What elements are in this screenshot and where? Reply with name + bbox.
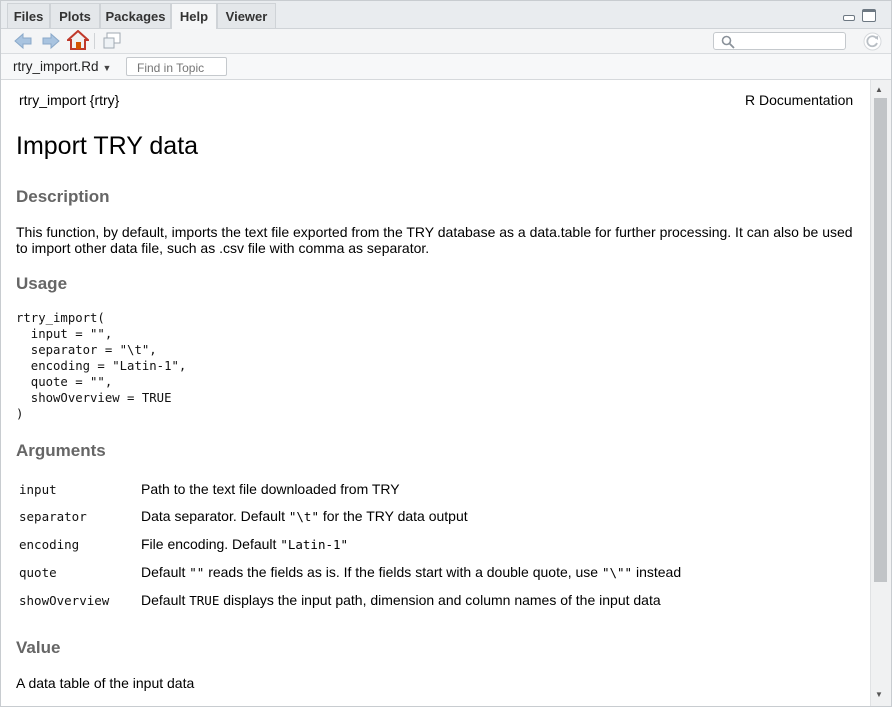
chevron-down-icon: ▼	[102, 63, 112, 73]
search-icon	[721, 35, 735, 49]
scroll-down-arrow-icon[interactable]: ▼	[875, 690, 883, 699]
tab-files[interactable]: Files	[7, 3, 50, 28]
argument-name: showOverview	[19, 593, 110, 608]
page-title: Import TRY data	[16, 132, 199, 160]
tab-viewer[interactable]: Viewer	[217, 3, 276, 28]
argument-name: separator	[19, 509, 87, 524]
maximize-pane-icon[interactable]	[862, 9, 876, 22]
topic-dropdown[interactable]: rtry_import.Rd ▼	[13, 59, 111, 74]
refresh-icon[interactable]	[863, 32, 882, 51]
tab-packages[interactable]: Packages	[100, 3, 171, 28]
argument-description: File encoding. Default "Latin-1"	[141, 536, 349, 552]
topic-bar: rtry_import.Rd ▼	[1, 54, 891, 80]
topic-label: rtry_import.Rd	[13, 59, 99, 74]
doc-r-documentation-label: R Documentation	[745, 92, 854, 108]
section-heading-value: Value	[16, 638, 61, 657]
help-pane: Files Plots Packages Help Viewer rtry_im…	[0, 0, 892, 707]
usage-code-block: rtry_import( input = "", separator = "\t…	[16, 311, 187, 421]
pane-tab-bar: Files Plots Packages Help Viewer	[1, 1, 891, 29]
minimize-pane-icon[interactable]	[843, 15, 855, 21]
find-in-topic-input[interactable]	[126, 57, 227, 76]
help-search-input[interactable]	[713, 32, 846, 50]
argument-description: Default TRUE displays the input path, di…	[141, 592, 661, 608]
section-heading-usage: Usage	[16, 274, 68, 293]
argument-description: Path to the text file downloaded from TR…	[141, 481, 400, 497]
scrollbar-thumb[interactable]	[874, 98, 887, 582]
argument-description: Data separator. Default "\t" for the TRY…	[141, 508, 468, 524]
vertical-scrollbar[interactable]: ▲ ▼	[870, 80, 891, 706]
value-text: A data table of the input data	[16, 675, 195, 691]
argument-name: encoding	[19, 537, 80, 552]
description-text: This function, by default, imports the t…	[16, 224, 853, 256]
help-document: rtry_import {rtry} R Documentation Impor…	[1, 80, 870, 706]
show-in-window-icon[interactable]	[103, 32, 121, 49]
tab-help[interactable]: Help	[171, 3, 217, 29]
scroll-up-arrow-icon[interactable]: ▲	[875, 85, 883, 94]
help-toolbar	[1, 29, 891, 54]
section-heading-description: Description	[16, 187, 110, 206]
back-arrow-icon[interactable]	[13, 32, 33, 50]
home-icon[interactable]	[67, 30, 89, 50]
doc-package-label: rtry_import {rtry}	[19, 92, 120, 108]
forward-arrow-icon[interactable]	[41, 32, 61, 50]
argument-name: input	[19, 482, 57, 497]
argument-description: Default "" reads the fields as is. If th…	[141, 564, 682, 580]
toolbar-divider	[94, 33, 95, 49]
argument-name: quote	[19, 565, 57, 580]
tab-plots[interactable]: Plots	[50, 3, 100, 28]
section-heading-arguments: Arguments	[16, 441, 106, 460]
